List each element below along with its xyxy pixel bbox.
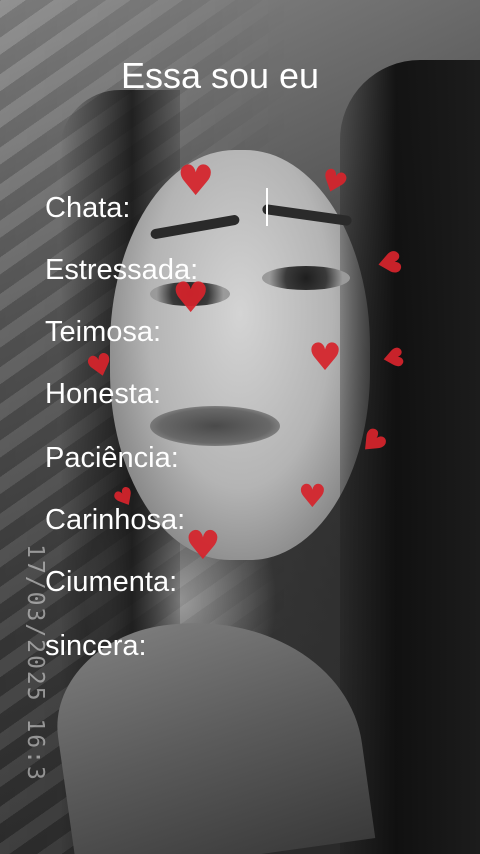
field-chata: Chata: bbox=[45, 192, 131, 224]
heart-icon: ♥ bbox=[368, 246, 408, 280]
field-ciumenta: Ciumenta: bbox=[45, 566, 178, 598]
eye-right bbox=[262, 266, 350, 290]
text-cursor[interactable] bbox=[266, 188, 268, 226]
page-title: Essa sou eu bbox=[120, 55, 320, 96]
field-paciencia: Paciência: bbox=[45, 442, 179, 474]
date-stamp: 17/03/2025 16:3 bbox=[21, 544, 48, 782]
heart-icon: ♥ bbox=[185, 523, 221, 569]
heart-icon: ♥ bbox=[308, 335, 343, 379]
field-teimosa: Teimosa: bbox=[45, 316, 162, 348]
field-sincera: sincera: bbox=[45, 630, 147, 662]
heart-icon: ♥ bbox=[298, 477, 327, 515]
field-estressada: Estressada: bbox=[45, 254, 199, 286]
story-screen: 17/03/2025 16:3 ♥ ♥ ♥ ♥ ♥ ♥ ♥ ♥ ♥ ♥ ♥ Es… bbox=[0, 0, 480, 854]
field-carinhosa: Carinhosa: bbox=[45, 504, 186, 536]
heart-icon: ♥ bbox=[374, 343, 409, 373]
field-honesta: Honesta: bbox=[45, 378, 162, 410]
lips bbox=[150, 406, 280, 446]
heart-icon: ♥ bbox=[177, 156, 215, 205]
